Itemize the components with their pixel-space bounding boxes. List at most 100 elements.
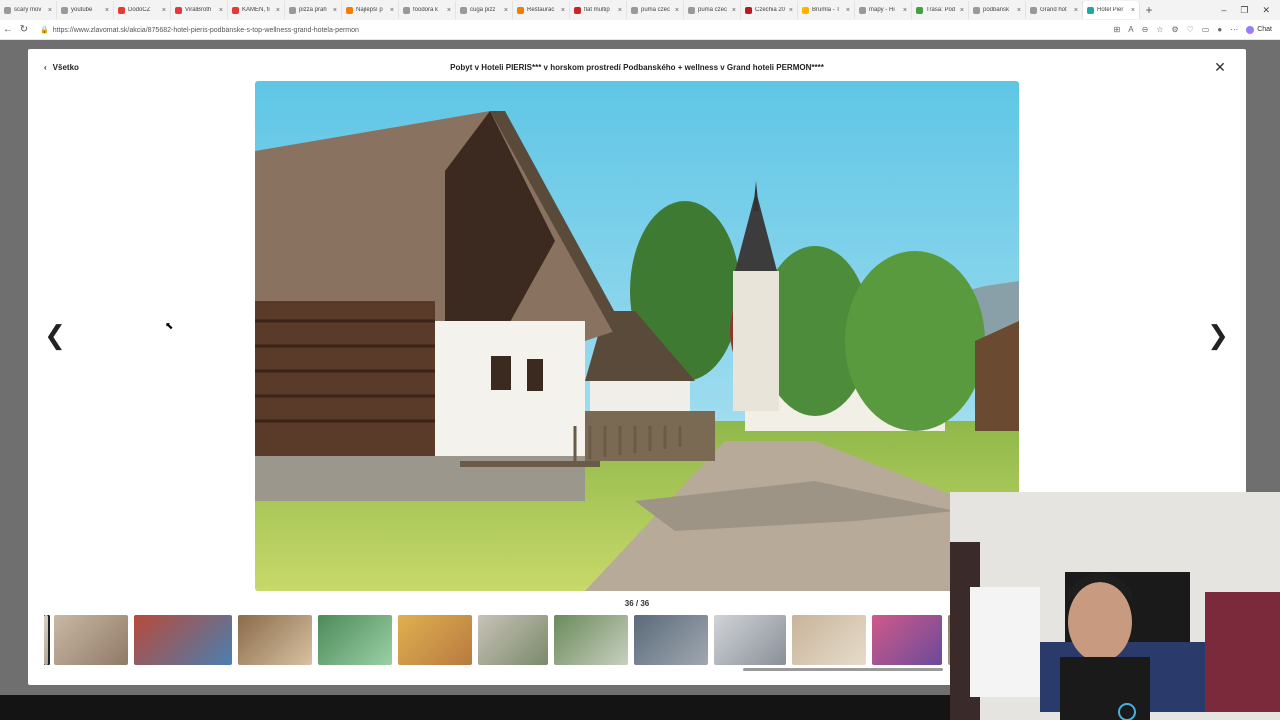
tab-label: Czechia 20 [755,7,786,13]
browser-tab[interactable]: Hotel Pier × [1083,1,1140,19]
minimize-icon[interactable]: – [1221,5,1226,16]
tab-favicon-icon [175,6,182,14]
tab-close-icon[interactable]: × [1131,7,1135,14]
more-icon[interactable]: ⋯ [1230,25,1238,34]
tab-close-icon[interactable]: × [618,7,622,14]
gallery-thumbnail[interactable] [478,615,548,665]
webcam-feed [950,492,1280,720]
next-image-button[interactable]: ❯ [1207,321,1229,349]
gallery-thumbnail[interactable] [714,615,786,665]
tab-label: youtube [71,7,93,13]
tab-close-icon[interactable]: × [276,7,280,14]
favorites-icon[interactable]: ♡ [1187,25,1194,34]
tab-favicon-icon [916,6,923,14]
thumbnail-scrollbar[interactable] [743,668,943,671]
browser-tab[interactable]: Czechia 20 × [741,1,798,19]
tab-label: mapy - Hi [869,7,895,13]
tab-close-icon[interactable]: × [219,7,223,14]
close-icon[interactable]: ✕ [1212,59,1228,75]
extensions-icon[interactable]: ⚙ [1171,25,1178,34]
gallery-thumbnail[interactable] [44,615,50,665]
tab-close-icon[interactable]: × [447,7,451,14]
tab-close-icon[interactable]: × [675,7,679,14]
browser-tab[interactable]: puma czec × [684,1,741,19]
browser-tab[interactable]: DodoCZ × [114,1,171,19]
browser-tab[interactable]: ViralBroth × [171,1,228,19]
browser-tab[interactable]: Trasa: Pod × [912,1,969,19]
profile-icon[interactable]: ● [1217,25,1222,34]
gallery-thumbnail[interactable] [792,615,866,665]
tab-label: scary mov [14,7,42,13]
window-controls: – ❐ ✕ [1221,5,1280,16]
tab-close-icon[interactable]: × [732,7,736,14]
back-arrow-icon[interactable]: ← [0,24,16,35]
tab-favicon-icon [460,6,467,14]
tab-close-icon[interactable]: × [333,7,337,14]
browser-tab[interactable]: flat multip × [570,1,627,19]
tab-close-icon[interactable]: × [846,7,850,14]
tab-favicon-icon [973,6,980,14]
browser-tab[interactable]: Grand hot × [1026,1,1083,19]
browser-tab[interactable]: Reštaurác × [513,1,570,19]
gallery-thumbnail[interactable] [318,615,392,665]
browser-tab[interactable]: cuga pizz × [456,1,513,19]
previous-image-button[interactable]: ❮ [44,321,66,349]
gallery-thumbnail[interactable] [54,615,128,665]
tab-close-icon[interactable]: × [390,7,394,14]
tab-close-icon[interactable]: × [48,7,52,14]
copilot-icon [1246,25,1255,34]
tab-label: puma czec [641,7,671,13]
tab-favicon-icon [1030,6,1037,14]
tab-favicon-icon [346,6,353,14]
apps-icon[interactable]: ⊞ [1114,25,1121,34]
tab-close-icon[interactable]: × [789,7,793,14]
tab-close-icon[interactable]: × [561,7,565,14]
tab-favicon-icon [4,6,11,14]
tab-favicon-icon [1087,6,1094,14]
tab-close-icon[interactable]: × [960,7,964,14]
mouse-cursor: ⬉ [165,321,174,332]
tab-favicon-icon [289,6,296,14]
tab-favicon-icon [631,6,638,14]
read-aloud-icon[interactable]: A [1128,25,1133,34]
tab-favicon-icon [403,6,410,14]
tab-favicon-icon [859,6,866,14]
gallery-thumbnail[interactable] [134,615,232,665]
gallery-thumbnail[interactable] [634,615,708,665]
browser-tab[interactable]: foodora k × [399,1,456,19]
reload-icon[interactable]: ↻ [16,24,32,35]
tab-close-icon[interactable]: × [504,7,508,14]
tab-close-icon[interactable]: × [903,7,907,14]
close-window-icon[interactable]: ✕ [1262,5,1270,16]
new-tab-button[interactable]: + [1140,3,1158,17]
tab-label: puma czec [698,7,728,13]
tab-close-icon[interactable]: × [1017,7,1021,14]
gallery-title: Pobyt v Hoteli PIERIS*** v horskom prost… [450,63,824,72]
browser-tab[interactable]: mapy - Hi × [855,1,912,19]
browser-tab[interactable]: puma czec × [627,1,684,19]
gallery-thumbnail[interactable] [398,615,472,665]
favorite-star-icon[interactable]: ☆ [1156,25,1163,34]
collections-icon[interactable]: ▭ [1202,25,1210,34]
tab-favicon-icon [745,6,752,14]
browser-tab[interactable]: Najlepší p × [342,1,399,19]
tab-favicon-icon [118,6,125,14]
gallery-thumbnail[interactable] [554,615,628,665]
tab-close-icon[interactable]: × [162,7,166,14]
gallery-thumbnail[interactable] [238,615,312,665]
tab-close-icon[interactable]: × [105,7,109,14]
gallery-thumbnail[interactable] [872,615,942,665]
browser-tab[interactable]: scary mov × [0,1,57,19]
browser-tab[interactable]: youtube × [57,1,114,19]
zoom-icon[interactable]: ⊖ [1142,25,1149,34]
tab-close-icon[interactable]: × [1074,7,1078,14]
browser-tab[interactable]: pizza prah × [285,1,342,19]
tab-label: Hotel Pier [1097,7,1124,13]
browser-tab[interactable]: podbansk × [969,1,1026,19]
url-field[interactable]: 🔒 https://www.zlavomat.sk/akcia/875682-ho… [40,26,1114,34]
restore-icon[interactable]: ❐ [1240,5,1248,16]
tab-favicon-icon [688,6,695,14]
browser-tab[interactable]: KAMEN, fi × [228,1,285,19]
chat-button[interactable]: Chat [1246,25,1272,34]
browser-tab[interactable]: Brumla - T × [798,1,855,19]
